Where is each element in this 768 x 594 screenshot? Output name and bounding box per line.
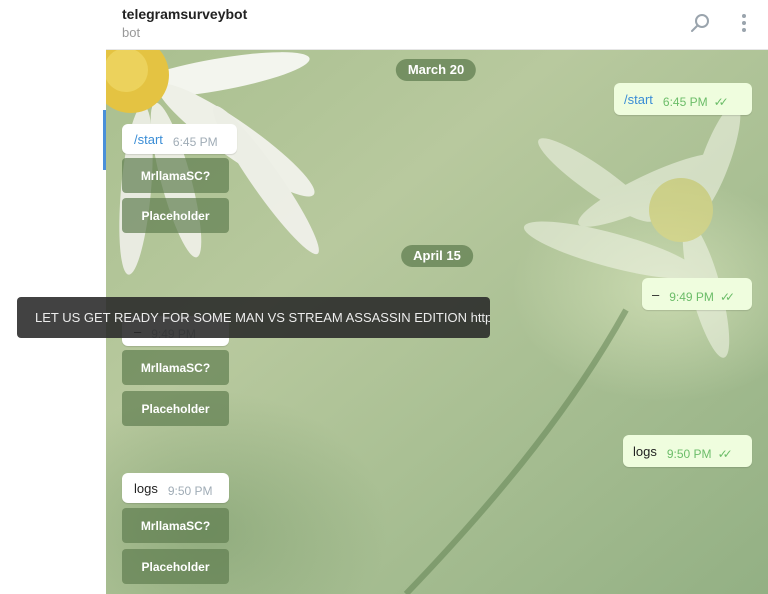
notification-tooltip: LET US GET READY FOR SOME MAN VS STREAM …	[17, 297, 490, 338]
message-text[interactable]: logs	[134, 481, 158, 496]
double-check-icon: ✓✓	[717, 447, 733, 461]
keyboard-button-mrllamasc[interactable]: MrllamaSC?	[122, 508, 229, 543]
message-text[interactable]: –	[652, 287, 659, 302]
message-time: 9:50 PM	[167, 484, 213, 498]
message-time: 6:45 PM	[172, 135, 218, 149]
double-check-icon: ✓✓	[713, 95, 729, 109]
outgoing-message[interactable]: logs 9:50 PM ✓✓	[623, 435, 752, 467]
date-divider: April 15	[401, 245, 473, 267]
message-time: 9:49 PM	[669, 290, 714, 304]
outgoing-message[interactable]: – 9:49 PM ✓✓	[642, 278, 752, 310]
chat-title[interactable]: telegramsurveybot	[122, 6, 247, 22]
message-text[interactable]: /start	[134, 132, 163, 147]
date-divider: March 20	[395, 59, 477, 81]
incoming-message[interactable]: /start 6:45 PM	[122, 124, 237, 154]
message-text[interactable]: logs	[633, 444, 657, 459]
chat-header: telegramsurveybot bot	[106, 0, 768, 50]
message-text[interactable]: /start	[624, 92, 653, 107]
more-vertical-icon[interactable]	[734, 12, 754, 34]
chat-status: bot	[122, 25, 141, 40]
keyboard-button-mrllamasc[interactable]: MrllamaSC?	[122, 350, 229, 385]
search-icon[interactable]	[690, 12, 712, 34]
message-time: 9:50 PM	[666, 447, 712, 461]
incoming-message[interactable]: logs 9:50 PM	[122, 473, 229, 503]
keyboard-button-mrllamasc[interactable]: MrllamaSC?	[122, 158, 229, 193]
keyboard-button-placeholder[interactable]: Placeholder	[122, 391, 229, 426]
double-check-icon: ✓✓	[719, 290, 735, 304]
keyboard-button-placeholder[interactable]: Placeholder	[122, 549, 229, 584]
message-time: 6:45 PM	[662, 95, 708, 109]
outgoing-message[interactable]: /start 6:45 PM ✓✓	[614, 83, 752, 115]
keyboard-button-placeholder[interactable]: Placeholder	[122, 198, 229, 233]
